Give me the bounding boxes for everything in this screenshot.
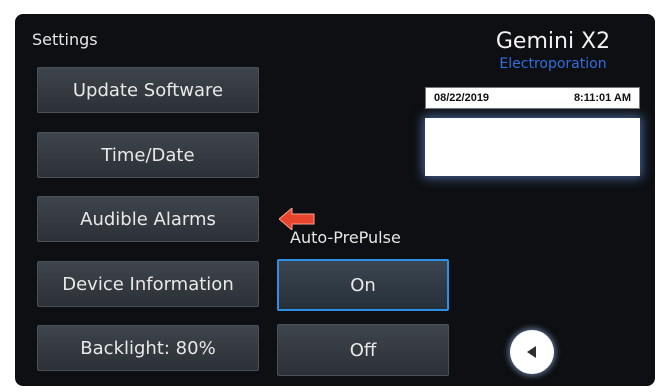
prepulse-off-button[interactable]: Off [277, 324, 449, 376]
triangle-left-icon [527, 346, 536, 358]
audible-alarms-button[interactable]: Audible Alarms [37, 196, 259, 242]
brand-subtitle: Electroporation [499, 56, 607, 72]
date-display: 08/22/2019 [434, 92, 490, 104]
device-information-button[interactable]: Device Information [37, 261, 259, 307]
red-arrow-left-icon [279, 208, 315, 230]
backlight-button[interactable]: Backlight: 80% [37, 325, 259, 371]
time-display: 8:11:01 AM [573, 92, 631, 104]
prepulse-on-button[interactable]: On [277, 259, 449, 311]
display-panel [425, 118, 640, 176]
update-software-button[interactable]: Update Software [37, 67, 259, 113]
datetime-bar: 08/22/2019 8:11:01 AM [425, 87, 640, 109]
device-screen: Settings Update Software Time/Date Audib… [15, 14, 655, 386]
auto-prepulse-label: Auto-PrePulse [290, 228, 401, 247]
back-button[interactable] [510, 330, 554, 374]
time-date-button[interactable]: Time/Date [37, 132, 259, 178]
brand-name: Gemini X2 [495, 29, 611, 54]
page-title: Settings [32, 30, 98, 49]
